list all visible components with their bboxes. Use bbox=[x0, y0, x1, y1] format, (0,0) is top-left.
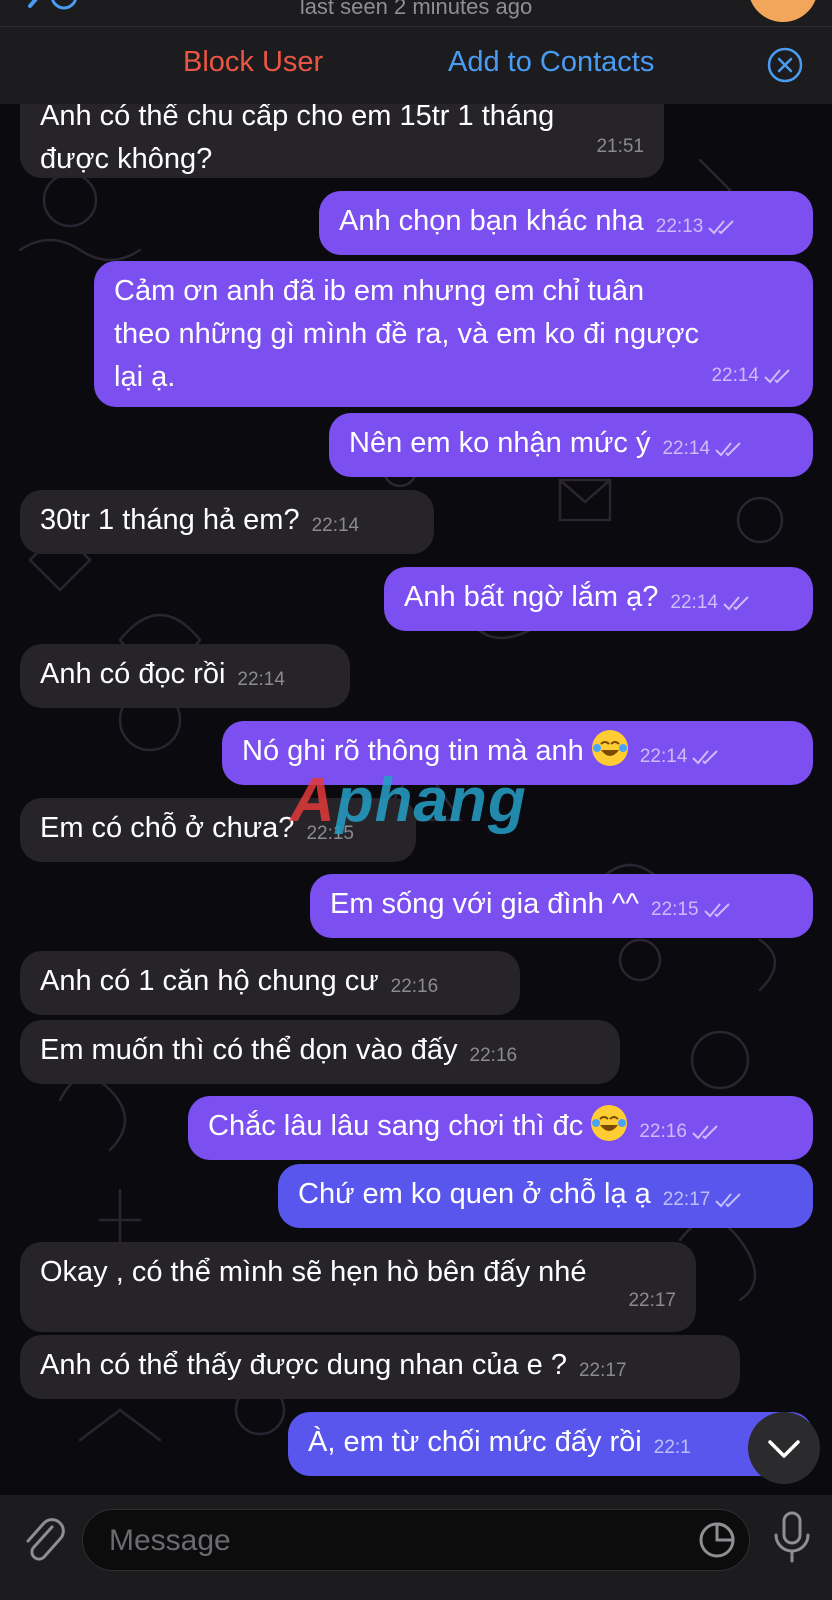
read-ticks-icon bbox=[692, 749, 719, 764]
message-bubble[interactable]: 30tr 1 tháng hả em? 22:14 bbox=[20, 490, 434, 554]
read-ticks-icon bbox=[715, 441, 741, 456]
face-with-tears-of-joy-icon bbox=[591, 1105, 628, 1141]
message-bubble[interactable]: Anh chọn bạn khác nha 22:13 bbox=[319, 191, 813, 255]
message-input[interactable] bbox=[107, 1518, 671, 1564]
message-bubble[interactable]: Em muốn thì có thể dọn vào đấy 22:16 bbox=[20, 1020, 620, 1084]
paperclip-icon[interactable] bbox=[20, 1515, 66, 1565]
scroll-down-button[interactable] bbox=[748, 1412, 820, 1484]
message-bubble[interactable]: Chứ em ko quen ở chỗ lạ ạ 22:17 bbox=[278, 1164, 813, 1228]
message-time: 22:14 bbox=[237, 669, 285, 690]
message-text: Em muốn thì có thể dọn vào đấy bbox=[40, 1034, 458, 1066]
face-with-tears-of-joy-icon bbox=[591, 730, 628, 766]
message-time: 22:16 bbox=[469, 1045, 518, 1066]
read-ticks-icon bbox=[723, 595, 749, 610]
message-bubble[interactable]: Okay , có thể mình sẽ hẹn hò bên đấy nhé… bbox=[20, 1242, 696, 1332]
add-to-contacts-button[interactable]: Add to Contacts bbox=[448, 46, 654, 79]
message-text: Anh có thể thấy được dung nhan của e ? bbox=[40, 1349, 567, 1381]
read-ticks-icon bbox=[692, 1124, 718, 1139]
message-time: 22:1 bbox=[653, 1437, 691, 1458]
message-text: Chắc lâu lâu sang chơi thì đc bbox=[208, 1110, 584, 1142]
block-user-button[interactable]: Block User bbox=[183, 46, 323, 79]
message-time: 22:17 bbox=[578, 1360, 627, 1381]
message-input-wrapper[interactable] bbox=[82, 1509, 750, 1571]
message-time: 22:14 bbox=[711, 354, 793, 397]
sticker-icon[interactable] bbox=[697, 1520, 737, 1560]
message-time: 22:14 bbox=[670, 581, 752, 624]
message-text: 30tr 1 tháng hả em? bbox=[40, 504, 300, 536]
read-ticks-icon bbox=[764, 368, 790, 383]
message-text: Nên em ko nhận mức ý bbox=[349, 427, 651, 459]
message-text: À, em từ chối mức đấy rồi bbox=[308, 1426, 642, 1458]
message-time: 22:16 bbox=[639, 1110, 721, 1153]
message-bubble[interactable]: Em sống với gia đình ^^ 22:15 bbox=[310, 874, 813, 938]
message-bubble[interactable]: Anh có đọc rồi 22:14 bbox=[20, 644, 350, 708]
header-divider bbox=[0, 26, 832, 27]
message-time: 22:15 bbox=[651, 888, 733, 931]
message-bubble[interactable]: Cảm ơn anh đã ib em nhưng em chỉ tuân th… bbox=[94, 261, 813, 407]
message-text: Okay , có thể mình sẽ hẹn hò bên đấy nhé bbox=[40, 1256, 587, 1288]
message-text: Cảm ơn anh đã ib em nhưng em chỉ tuân th… bbox=[114, 275, 699, 393]
message-time: 22:17 bbox=[663, 1178, 745, 1221]
message-time: 22:14 bbox=[640, 735, 722, 778]
message-composer bbox=[0, 1495, 832, 1600]
message-text: Chứ em ko quen ở chỗ lạ ạ bbox=[298, 1178, 651, 1210]
message-text: Anh bất ngờ lắm ạ? bbox=[404, 581, 659, 613]
chevron-down-icon bbox=[768, 1440, 800, 1458]
message-time: 22:17 bbox=[628, 1290, 676, 1311]
message-time: 22:14 bbox=[662, 427, 744, 470]
message-time: 22:13 bbox=[656, 205, 738, 248]
message-bubble[interactable]: Anh có thể thấy được dung nhan của e ? 22… bbox=[20, 1335, 740, 1399]
message-bubble[interactable]: Nên em ko nhận mức ý 22:14 bbox=[329, 413, 813, 477]
message-time: 21:51 bbox=[596, 136, 644, 157]
read-ticks-icon bbox=[708, 219, 735, 234]
last-seen-status: last seen 2 minutes ago bbox=[299, 0, 533, 19]
message-text: Nó ghi rõ thông tin mà anh bbox=[242, 735, 584, 767]
message-text: Em có chỗ ở chưa? bbox=[40, 812, 295, 844]
close-circle-icon[interactable] bbox=[767, 47, 803, 83]
chat-header: last seen 2 minutes ago Block User Add t… bbox=[0, 0, 832, 104]
microphone-icon[interactable] bbox=[770, 1509, 814, 1569]
watermark-logo: Aphang bbox=[290, 766, 527, 835]
message-bubble[interactable]: Anh bất ngờ lắm ạ? 22:14 bbox=[384, 567, 813, 631]
message-bubble[interactable]: Chắc lâu lâu sang chơi thì đc 22:16 bbox=[188, 1096, 813, 1160]
message-bubble[interactable]: Anh có 1 căn hộ chung cư 22:16 bbox=[20, 951, 520, 1015]
message-text: Anh có 1 căn hộ chung cư bbox=[40, 965, 379, 997]
read-ticks-icon bbox=[715, 1192, 742, 1207]
message-time: 22:16 bbox=[390, 976, 439, 997]
message-time: 22:14 bbox=[311, 515, 360, 536]
message-text: Em sống với gia đình ^^ bbox=[330, 888, 639, 920]
message-text: Anh chọn bạn khác nha bbox=[339, 205, 644, 237]
message-bubble[interactable]: À, em từ chối mức đấy rồi 22:1 bbox=[288, 1412, 813, 1476]
message-text: Anh có đọc rồi bbox=[40, 658, 226, 690]
read-ticks-icon bbox=[703, 902, 730, 917]
